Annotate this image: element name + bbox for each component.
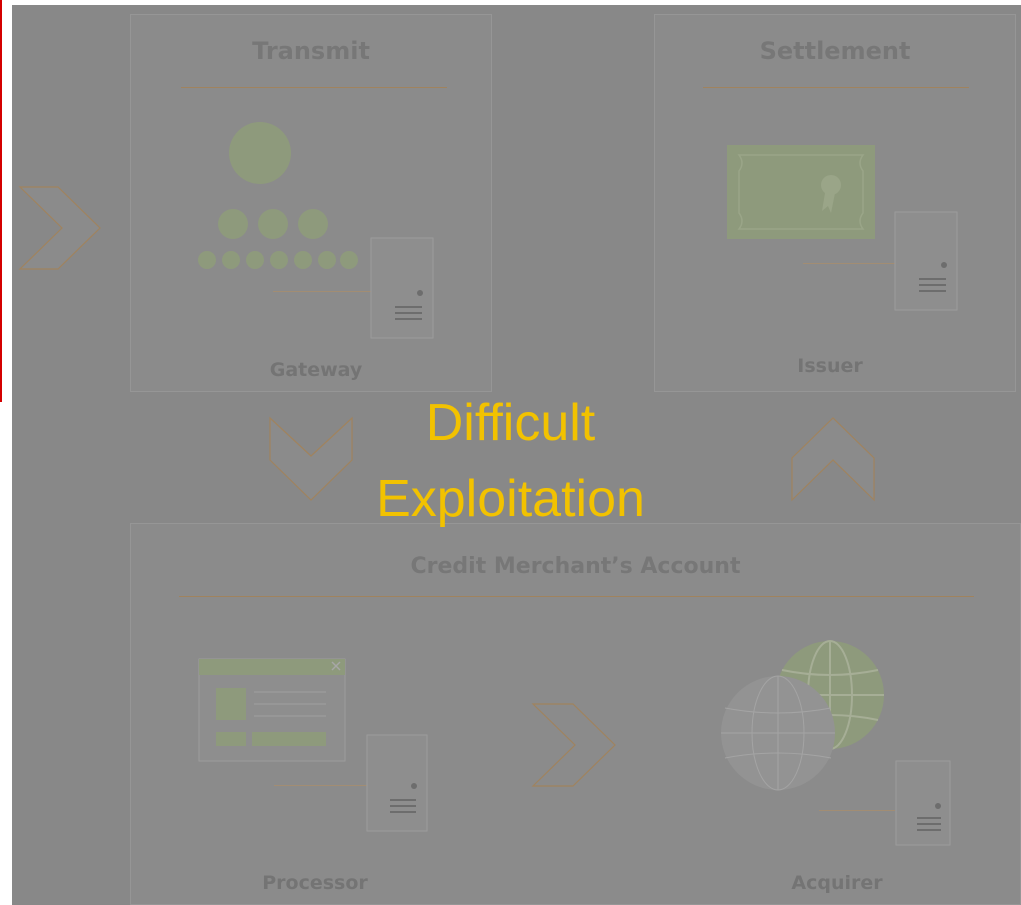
credit-merchant-title: Credit Merchant’s Account <box>410 554 741 579</box>
diagram-canvas: Transmit Gateway Settlement Issuer Credi… <box>0 0 1021 905</box>
hierarchy-icon <box>198 122 358 269</box>
acquirer-label: Acquirer <box>791 872 883 894</box>
settlement-title-rule <box>703 87 969 88</box>
credit-title-rule <box>179 596 974 597</box>
server-icon <box>894 211 958 311</box>
server-icon <box>370 237 434 339</box>
settlement-box: Settlement Issuer <box>654 14 1016 392</box>
transmit-title-rule <box>181 87 447 88</box>
gateway-connector-line <box>273 291 371 292</box>
acquirer-connector-line <box>819 810 895 811</box>
transmit-title: Transmit <box>252 37 370 65</box>
chevron-right-arrow-icon <box>531 703 616 787</box>
top-border <box>0 0 1021 5</box>
processor-label: Processor <box>262 872 368 894</box>
settlement-title: Settlement <box>759 37 911 65</box>
processor-connector-line <box>274 785 367 786</box>
gateway-label: Gateway <box>269 359 363 381</box>
issuer-label: Issuer <box>797 355 863 377</box>
browser-window-icon <box>198 658 346 762</box>
issuer-connector-line <box>803 263 895 264</box>
server-icon <box>366 734 428 832</box>
globe-icon <box>721 640 884 791</box>
overlay-line-2: Exploitation <box>376 470 645 528</box>
red-marker-bar <box>0 0 2 402</box>
overlay-line-1: Difficult <box>425 394 596 452</box>
transmit-box: Transmit Gateway <box>130 14 492 392</box>
chevron-right-arrow-icon <box>18 186 101 270</box>
credit-merchant-box: Credit Merchant’s Account Processor Acqu… <box>130 523 1021 905</box>
server-icon <box>895 760 951 846</box>
certificate-icon <box>727 145 875 239</box>
